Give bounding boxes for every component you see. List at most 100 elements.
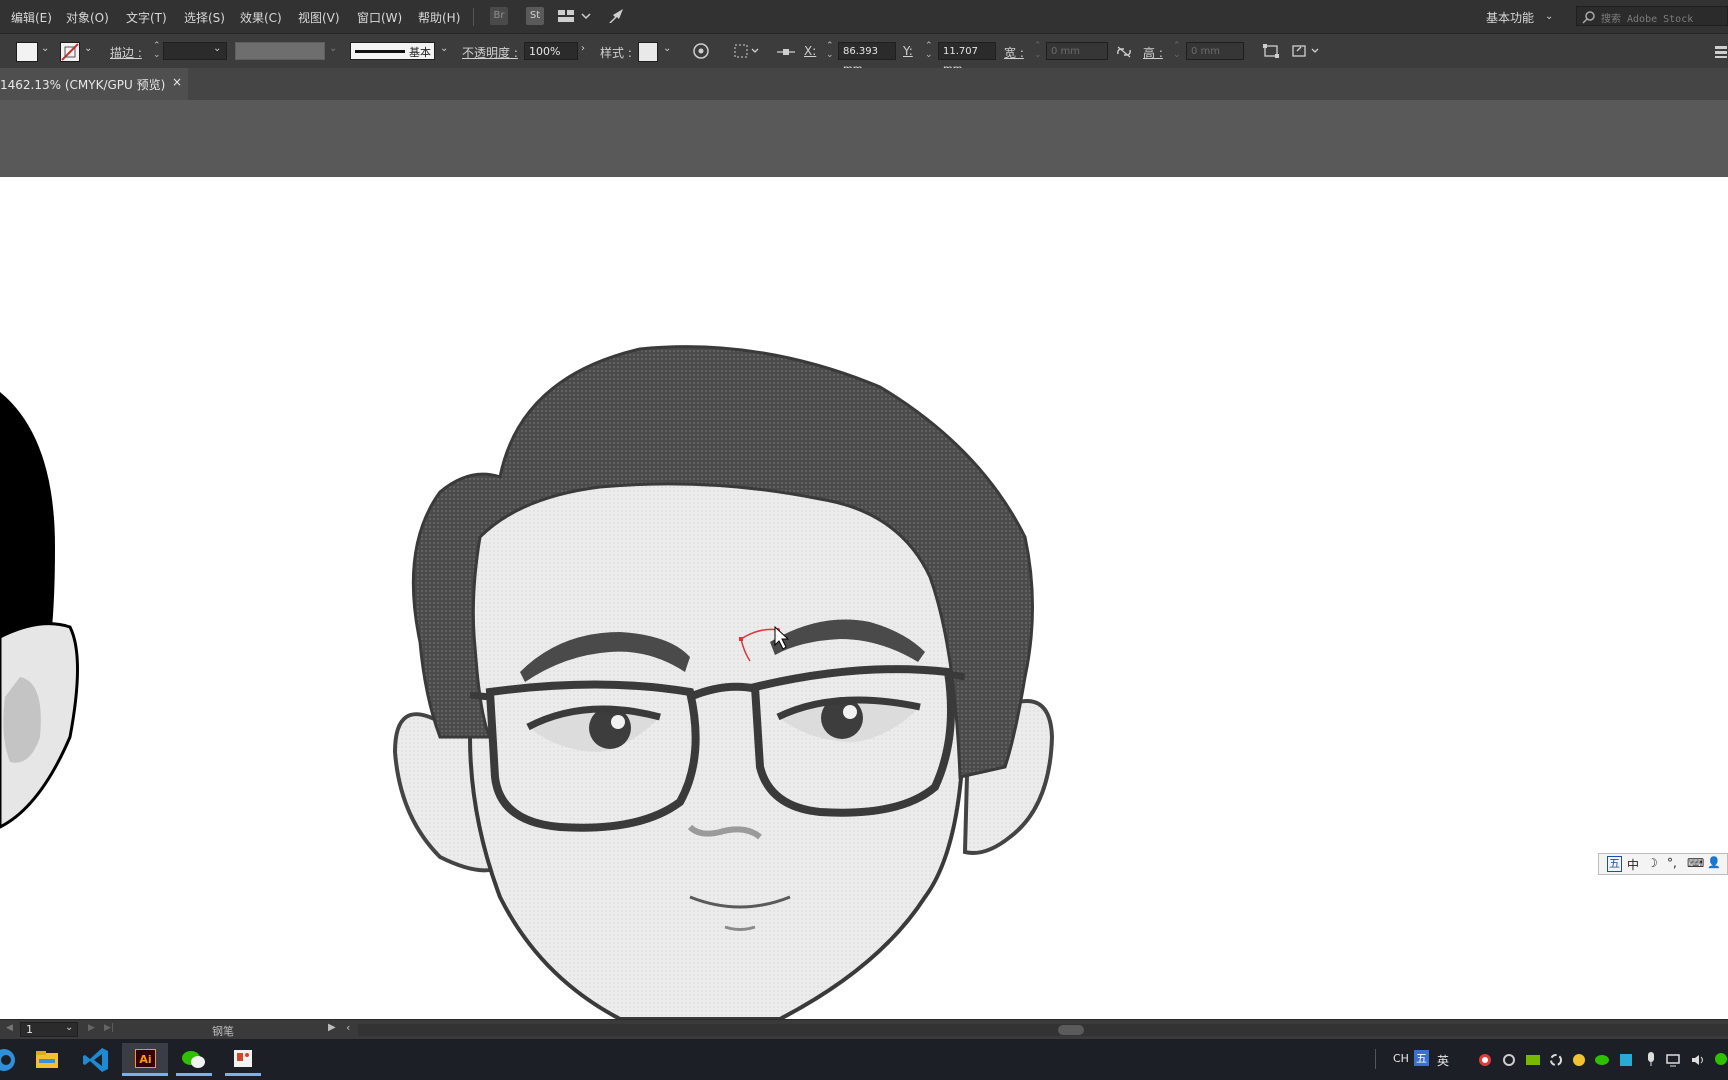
panel-menu-icon[interactable] (1714, 44, 1728, 63)
notification-icon[interactable] (1714, 1051, 1728, 1071)
network-tool-icon[interactable] (1502, 1052, 1516, 1071)
input-mode-indicator[interactable]: 英 (1437, 1052, 1449, 1069)
menu-effect[interactable]: 效果(C) (240, 9, 282, 26)
close-icon[interactable]: × (172, 75, 182, 89)
brush-name: 基本 (409, 46, 431, 59)
isolate-object-icon[interactable] (1292, 43, 1322, 63)
ime-toolbar[interactable]: 五 中 ☽ °, ⌨ 👤 (1598, 853, 1728, 875)
next-artboard-icon[interactable]: ▶ (88, 1023, 95, 1033)
ime-wubi-icon[interactable]: 五 (1607, 856, 1622, 872)
stroke-chevron-icon[interactable]: ⌄ (84, 43, 92, 54)
stock-search-box[interactable]: 搜索 Adobe Stock (1576, 6, 1728, 26)
download-manager-icon[interactable] (1572, 1052, 1586, 1071)
network-icon[interactable] (1666, 1052, 1682, 1071)
search-placeholder: 搜索 Adobe Stock (1601, 14, 1694, 25)
arrange-documents-icon[interactable] (558, 8, 592, 28)
constrain-proportions-icon[interactable] (1116, 44, 1132, 63)
wechat-tray-icon[interactable] (1594, 1052, 1610, 1071)
style-chevron-icon[interactable]: ⌄ (663, 43, 671, 54)
height-spinner-icon[interactable]: ⌃ ⌄ (1173, 42, 1181, 60)
align-to-selection-icon[interactable] (734, 43, 760, 63)
status-menu-arrow-icon[interactable]: ▶ (328, 1022, 336, 1033)
ime-tray-icon[interactable]: 五 (1414, 1050, 1429, 1066)
menu-bar: 编辑(E) 对象(O) 文字(T) 选择(S) 效果(C) 视图(V) 窗口(W… (0, 0, 1728, 34)
profile-chevron-icon[interactable]: ⌄ (329, 43, 337, 54)
document-tab-title: 1462.13% (CMYK/GPU 预览) (0, 78, 166, 92)
screenshot-tool-icon[interactable] (1619, 1052, 1633, 1071)
document-tab-bar (0, 68, 1728, 100)
language-indicator[interactable]: CH (1393, 1052, 1409, 1065)
y-spinner-icon[interactable]: ⌃ ⌄ (925, 42, 933, 60)
control-bar: ⌄ ⌄ 描边 : ⌃ ⌄ ⌄ ⌄ 基本 ⌄ 不透明度 : 100% › 样式 : … (0, 34, 1728, 75)
graphic-style-swatch[interactable] (638, 42, 658, 62)
opacity-field[interactable]: 100% (524, 42, 578, 60)
chevron-down-icon[interactable]: ⌄ (1545, 11, 1553, 22)
illustrator-taskbar-button[interactable]: Ai (122, 1043, 168, 1076)
workspace-switcher[interactable]: 基本功能 (1486, 9, 1534, 26)
bridge-icon[interactable]: Br (490, 7, 508, 25)
ime-punctuation-icon[interactable]: °, (1667, 856, 1677, 870)
scroll-left-icon[interactable]: ‹ (346, 1021, 350, 1034)
variable-width-profile[interactable] (235, 42, 325, 60)
menu-object[interactable]: 对象(O) (66, 9, 109, 26)
menu-window[interactable]: 窗口(W) (357, 9, 402, 26)
fill-swatch[interactable] (16, 42, 38, 62)
transform-icon[interactable] (1262, 43, 1280, 63)
document-tab[interactable]: 1462.13% (CMYK/GPU 预览) × (0, 68, 188, 100)
stock-icon[interactable]: St (526, 7, 544, 25)
menu-select[interactable]: 选择(S) (184, 9, 225, 26)
y-field[interactable]: 11.707 mm (938, 42, 996, 75)
opacity-label[interactable]: 不透明度 : (462, 44, 518, 61)
opacity-arrow-icon[interactable]: › (581, 43, 585, 54)
gpu-performance-icon[interactable] (607, 7, 627, 29)
menu-view[interactable]: 视图(V) (298, 9, 340, 26)
stroke-weight-chevron-icon[interactable]: ⌄ (213, 43, 221, 54)
x-spinner-icon[interactable]: ⌃ ⌄ (826, 42, 834, 60)
nvidia-icon[interactable] (1525, 1052, 1541, 1071)
brush-stroke-preview (355, 50, 405, 53)
horizontal-scrollbar[interactable] (358, 1024, 1728, 1036)
current-tool-status: 钢笔 (212, 1025, 234, 1038)
style-label: 样式 : (600, 46, 632, 60)
menu-type[interactable]: 文字(T) (126, 9, 167, 26)
wechat-icon[interactable] (176, 1043, 212, 1076)
ime-halfwidth-icon[interactable]: ☽ (1647, 856, 1658, 870)
reference-point-icon[interactable] (776, 44, 796, 63)
menu-edit[interactable]: 编辑(E) (11, 9, 52, 26)
width-field[interactable]: 0 mm (1046, 42, 1108, 60)
record-icon[interactable] (1478, 1052, 1492, 1071)
ime-chinese-toggle[interactable]: 中 (1627, 856, 1639, 873)
file-explorer-icon[interactable] (29, 1043, 65, 1076)
stroke-weight-spinner-icon[interactable]: ⌃ ⌄ (153, 42, 161, 60)
tray-divider (1375, 1049, 1376, 1069)
stroke-swatch[interactable] (60, 42, 80, 62)
fill-chevron-icon[interactable]: ⌄ (41, 43, 49, 54)
ime-keyboard-icon[interactable]: ⌨ (1687, 856, 1704, 870)
vscode-icon[interactable] (78, 1043, 114, 1076)
artboard-canvas[interactable]: 五 中 ☽ °, ⌨ 👤 (0, 177, 1728, 1019)
y-label: Y: (903, 44, 913, 58)
height-field[interactable]: 0 mm (1186, 42, 1244, 60)
width-spinner-icon[interactable]: ⌃ ⌄ (1034, 42, 1042, 60)
x-label: X: (804, 44, 817, 58)
chevron-down-icon: ⌄ (65, 1022, 74, 1033)
edge-icon[interactable] (0, 1043, 22, 1076)
stroke-weight-label: 描边 : (110, 46, 142, 60)
microphone-icon[interactable] (1645, 1051, 1657, 1071)
scrollbar-thumb[interactable] (1058, 1025, 1084, 1035)
recolor-artwork-icon[interactable] (692, 42, 710, 64)
status-bar: ◀ 1 ⌄ ▶ ▶| 钢笔 ▶ ‹ (0, 1019, 1728, 1040)
last-artboard-icon[interactable]: ▶| (104, 1023, 114, 1033)
x-field[interactable]: 86.393 mm (838, 42, 896, 75)
artboard-number-field[interactable]: 1 ⌄ (20, 1022, 78, 1037)
volume-icon[interactable] (1690, 1052, 1706, 1071)
pasteboard[interactable] (0, 100, 1728, 178)
first-artboard-icon[interactable]: ◀ (6, 1023, 13, 1033)
brush-definition[interactable]: 基本 (350, 42, 435, 60)
brush-chevron-icon[interactable]: ⌄ (440, 43, 448, 54)
powerpoint-icon[interactable] (225, 1043, 261, 1076)
ime-user-icon[interactable]: 👤 (1707, 856, 1721, 869)
reference-face-sketch (392, 345, 1055, 1019)
menu-help[interactable]: 帮助(H) (418, 9, 460, 26)
sync-icon[interactable] (1549, 1052, 1563, 1071)
